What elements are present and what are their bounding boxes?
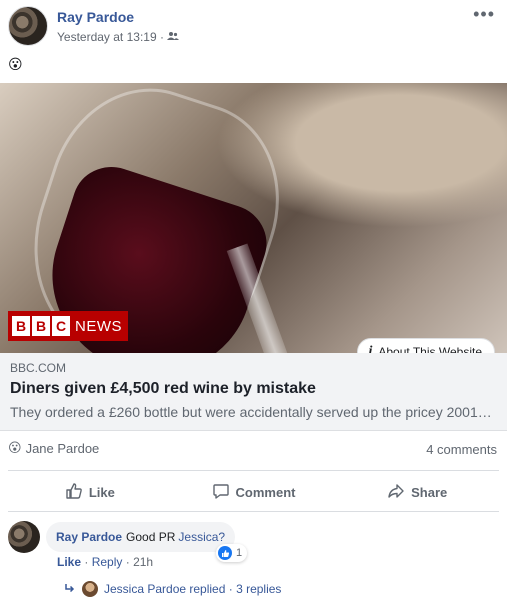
link-preview-text[interactable]: BBC.COM Diners given £4,500 red wine by …: [0, 353, 507, 431]
commenter-avatar[interactable]: [8, 521, 40, 553]
comment-age[interactable]: · 21h: [126, 555, 153, 569]
replies-text: Jessica Pardoe replied · 3 replies: [104, 582, 282, 596]
like-label: Like: [88, 484, 115, 500]
replier-avatar: [82, 581, 98, 597]
comment-text: Good PR: [126, 530, 176, 544]
link-headline[interactable]: Diners given £4,500 red wine by mistake: [10, 380, 316, 398]
wow-reaction-icon: 😮: [8, 440, 22, 455]
comment-reply-link[interactable]: Reply: [92, 555, 123, 569]
reply-arrow-icon: [64, 582, 76, 597]
link-preview-image[interactable]: B B C NEWS: [0, 83, 507, 353]
bbc-logo-letter: C: [52, 316, 70, 336]
comment-like-count: 1: [236, 547, 243, 559]
bbc-news-logo: B B C NEWS: [8, 311, 128, 341]
post-action-bar: Like Comment Share: [8, 476, 499, 508]
comment-like-link[interactable]: Like: [57, 555, 81, 569]
share-label: Share: [411, 484, 448, 500]
bbc-logo-word: NEWS: [75, 317, 122, 335]
share-button[interactable]: Share: [335, 476, 499, 508]
comment-mention[interactable]: Jessica?: [178, 530, 225, 544]
thumbs-up-icon: [218, 546, 232, 560]
reactor-name: Jane Pardoe: [25, 440, 100, 456]
friends-icon[interactable]: [166, 30, 179, 44]
more-dots-icon[interactable]: •••: [473, 4, 495, 25]
post-meta: Yesterday at 13:19 ·: [57, 30, 179, 44]
meta-separator: ·: [84, 555, 89, 569]
author-avatar[interactable]: [8, 6, 48, 46]
comment-meta: Like · Reply · 21h: [57, 555, 153, 569]
reactions-summary[interactable]: 😮 Jane Pardoe: [8, 440, 99, 456]
comments-count[interactable]: 4 comments: [426, 442, 497, 457]
comment-icon: [212, 482, 230, 503]
share-icon: [387, 482, 405, 503]
comment-button[interactable]: Comment: [172, 476, 336, 508]
post-header: Ray Pardoe Yesterday at 13:19 · ••• 😮: [0, 0, 507, 80]
post-author[interactable]: Ray Pardoe: [57, 9, 134, 25]
comment-bubble: Ray Pardoe Good PR Jessica?: [46, 522, 236, 552]
comment-like-badge[interactable]: 1: [216, 544, 248, 562]
link-domain: BBC.COM: [10, 361, 67, 375]
like-button[interactable]: Like: [8, 476, 172, 508]
comment-author[interactable]: Ray Pardoe: [56, 530, 122, 544]
bbc-logo-letter: B: [12, 316, 30, 336]
post-text-emoji: 😮: [8, 56, 23, 72]
link-description: They ordered a £260 bottle but were acci…: [10, 404, 492, 420]
thumbs-up-icon: [65, 482, 83, 503]
post-timestamp[interactable]: Yesterday at 13:19 ·: [57, 30, 164, 44]
comment-label: Comment: [235, 484, 296, 500]
bbc-logo-letter: B: [32, 316, 50, 336]
divider: [8, 470, 499, 471]
view-replies-link[interactable]: Jessica Pardoe replied · 3 replies: [64, 581, 281, 597]
divider: [8, 511, 499, 512]
